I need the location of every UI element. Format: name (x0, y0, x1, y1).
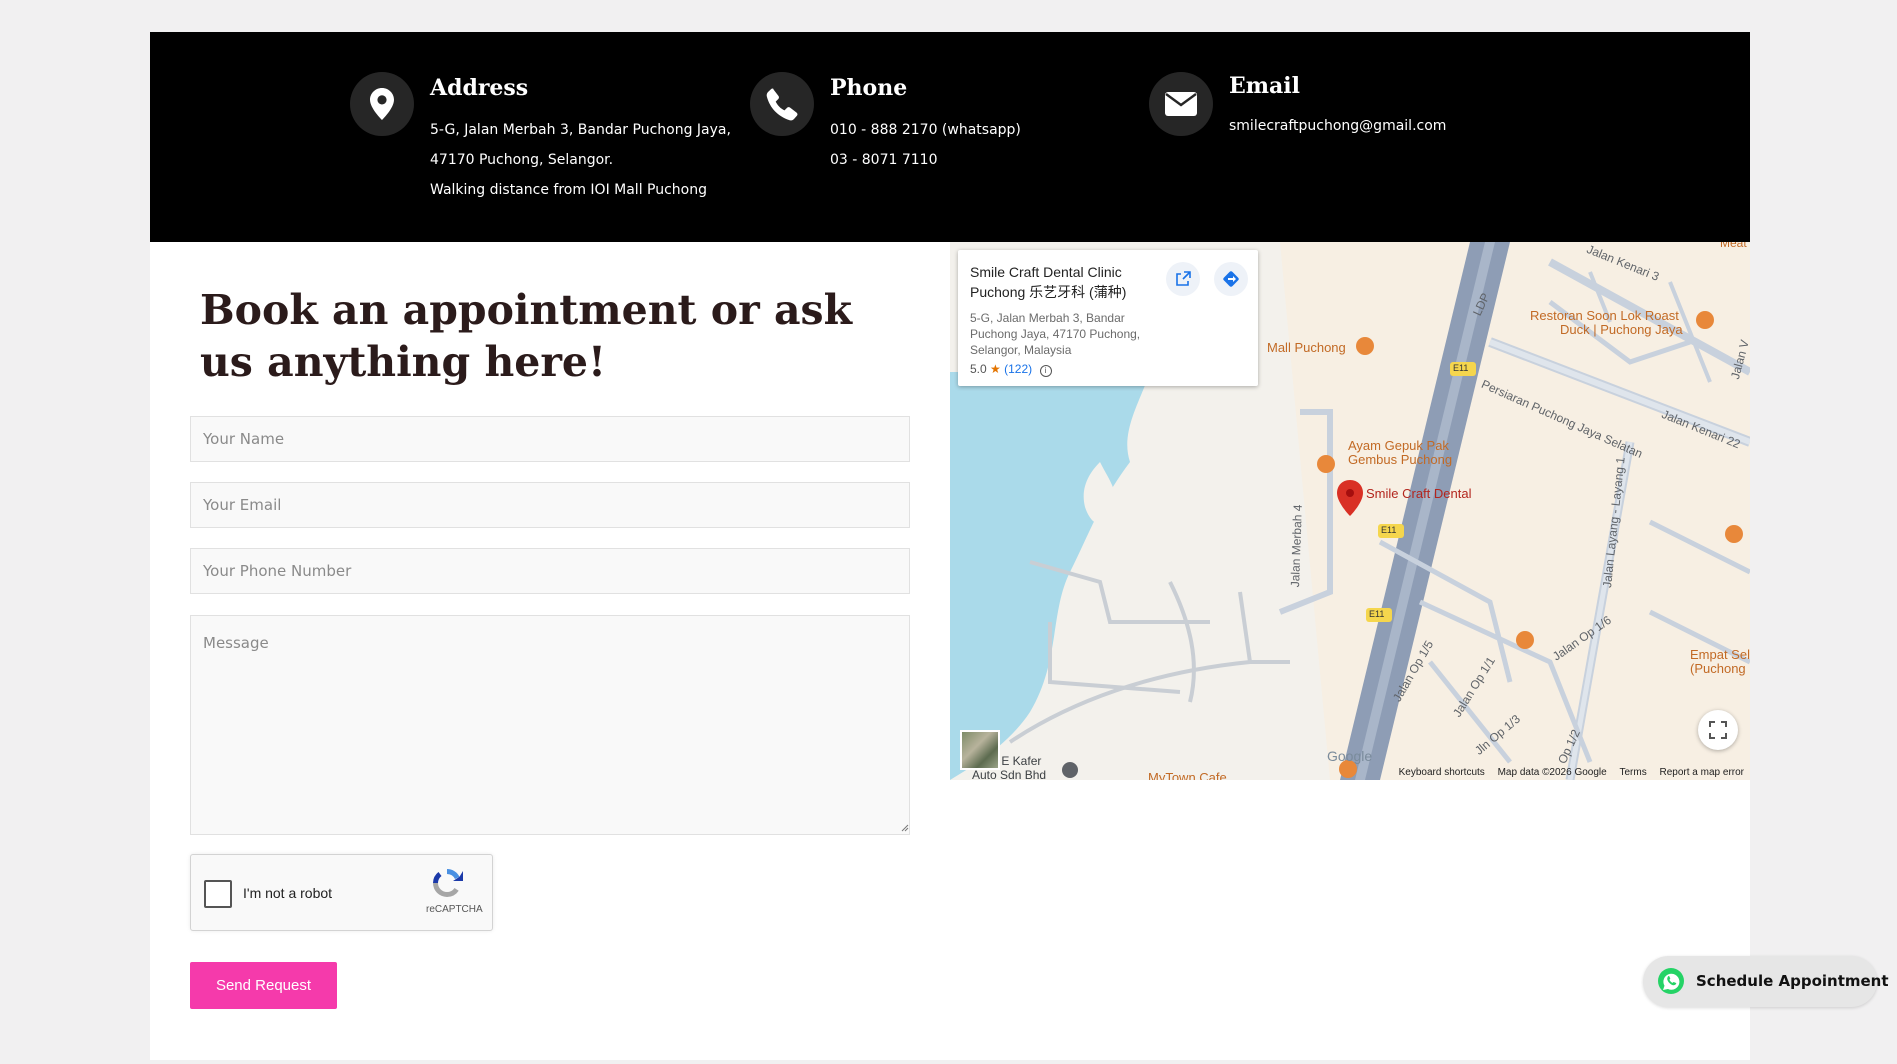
map-place-card: Smile Craft Dental Clinic Puchong 乐艺牙科 (… (958, 250, 1258, 386)
form-heading: Book an appointment or ask us anything h… (200, 286, 853, 386)
email-input[interactable] (190, 482, 910, 528)
satellite-toggle[interactable] (960, 730, 1000, 770)
email-lines: smilecraftpuchong@gmail.com (1229, 111, 1446, 141)
phone-number-input[interactable] (190, 548, 910, 594)
open-in-maps-button[interactable] (1166, 262, 1200, 296)
whatsapp-schedule-button[interactable]: Schedule Appointment (1643, 956, 1889, 1007)
place-address: 5-G, Jalan Merbah 3, Bandar Puchong Jaya… (970, 311, 1141, 357)
rating-value: 5.0 (970, 362, 987, 376)
address-line-2: 47170 Puchong, Selangor. (430, 152, 614, 168)
email-address-link[interactable]: smilecraftpuchong@gmail.com (1229, 111, 1446, 141)
whatsapp-icon (1658, 968, 1684, 994)
recaptcha-widget: I'm not a robot reCAPTCHA (190, 854, 493, 931)
place-rating: 5.0 ★ (122) i (970, 362, 1052, 377)
recaptcha-brand: reCAPTCHA (426, 904, 483, 915)
address-line-1: 5-G, Jalan Merbah 3, Bandar Puchong Jaya… (430, 122, 731, 138)
phone-icon (750, 72, 814, 136)
address-title: Address (430, 75, 529, 101)
recaptcha-label: I'm not a robot (243, 885, 333, 901)
fullscreen-button[interactable] (1698, 710, 1738, 750)
map-data-credit: Map data ©2026 Google (1497, 767, 1607, 778)
map-label-mall[interactable]: Mall Puchong (1267, 340, 1346, 355)
review-count-link[interactable]: (122) (1004, 362, 1032, 376)
envelope-icon (1149, 72, 1213, 136)
phone-title: Phone (830, 75, 908, 101)
phone-line-1[interactable]: 010 - 888 2170 (whatsapp) (830, 115, 1021, 145)
place-name: Smile Craft Dental Clinic Puchong 乐艺牙科 (… (970, 264, 1127, 300)
resize-handle-icon[interactable] (899, 822, 909, 832)
message-textarea[interactable] (190, 615, 910, 835)
directions-icon (1223, 271, 1239, 287)
map-e11-shield-3: E11 (1369, 609, 1385, 619)
location-pin-icon (350, 72, 414, 136)
map-e11-shield-2: E11 (1381, 525, 1397, 535)
info-icon[interactable]: i (1039, 365, 1052, 377)
fullscreen-icon (1709, 721, 1727, 739)
google-map[interactable]: Mall Puchong Restoran Soon Lok Roast Duc… (950, 242, 1750, 780)
report-map-error-link[interactable]: Report a map error (1660, 767, 1744, 778)
directions-button[interactable] (1214, 262, 1248, 296)
map-label-restoran-2[interactable]: Duck | Puchong Jaya (1560, 322, 1683, 337)
terms-link[interactable]: Terms (1620, 767, 1647, 778)
map-e11-shield-1: E11 (1453, 363, 1469, 373)
map-footer: Keyboard shortcuts Map data ©2026 Google… (1389, 767, 1744, 778)
map-pin-label[interactable]: Smile Craft Dental (1366, 486, 1471, 501)
address-line-3: Walking distance from IOI Mall Puchong (430, 182, 708, 198)
recaptcha-logo-icon (433, 869, 463, 898)
email-title: Email (1229, 73, 1301, 99)
phone-lines: 010 - 888 2170 (whatsapp) 03 - 8071 7110 (830, 115, 1021, 175)
map-label-empat-2[interactable]: (Puchong (1690, 661, 1746, 676)
whatsapp-label: Schedule Appointment (1696, 972, 1889, 990)
address-lines: 5-G, Jalan Merbah 3, Bandar Puchong Jaya… (430, 115, 731, 205)
star-icon: ★ (990, 362, 1001, 376)
map-label-meat[interactable]: Meat On (1720, 242, 1750, 250)
map-label-restoran[interactable]: Restoran Soon Lok Roast (1530, 308, 1679, 323)
keyboard-shortcuts-link[interactable]: Keyboard shortcuts (1399, 767, 1485, 778)
map-street-merbah-4: Jalan Merbah 4 (1288, 504, 1305, 588)
contact-info-bar: Address 5-G, Jalan Merbah 3, Bandar Puch… (150, 32, 1750, 242)
contact-section: Address 5-G, Jalan Merbah 3, Bandar Puch… (150, 32, 1750, 1060)
name-input[interactable] (190, 416, 910, 462)
recaptcha-checkbox[interactable] (204, 880, 232, 908)
map-label-mytown[interactable]: MyTown Cafe (1148, 770, 1227, 780)
send-request-button[interactable]: Send Request (190, 962, 337, 1009)
map-label-empat-1[interactable]: Empat Sel (1690, 647, 1750, 662)
map-label-ayam-2[interactable]: Gembus Puchong (1348, 452, 1452, 467)
map-label-ayam-1[interactable]: Ayam Gepuk Pak (1348, 438, 1449, 453)
phone-line-2[interactable]: 03 - 8071 7110 (830, 145, 1021, 175)
google-logo: Google (1327, 748, 1373, 764)
external-link-icon (1176, 271, 1191, 286)
